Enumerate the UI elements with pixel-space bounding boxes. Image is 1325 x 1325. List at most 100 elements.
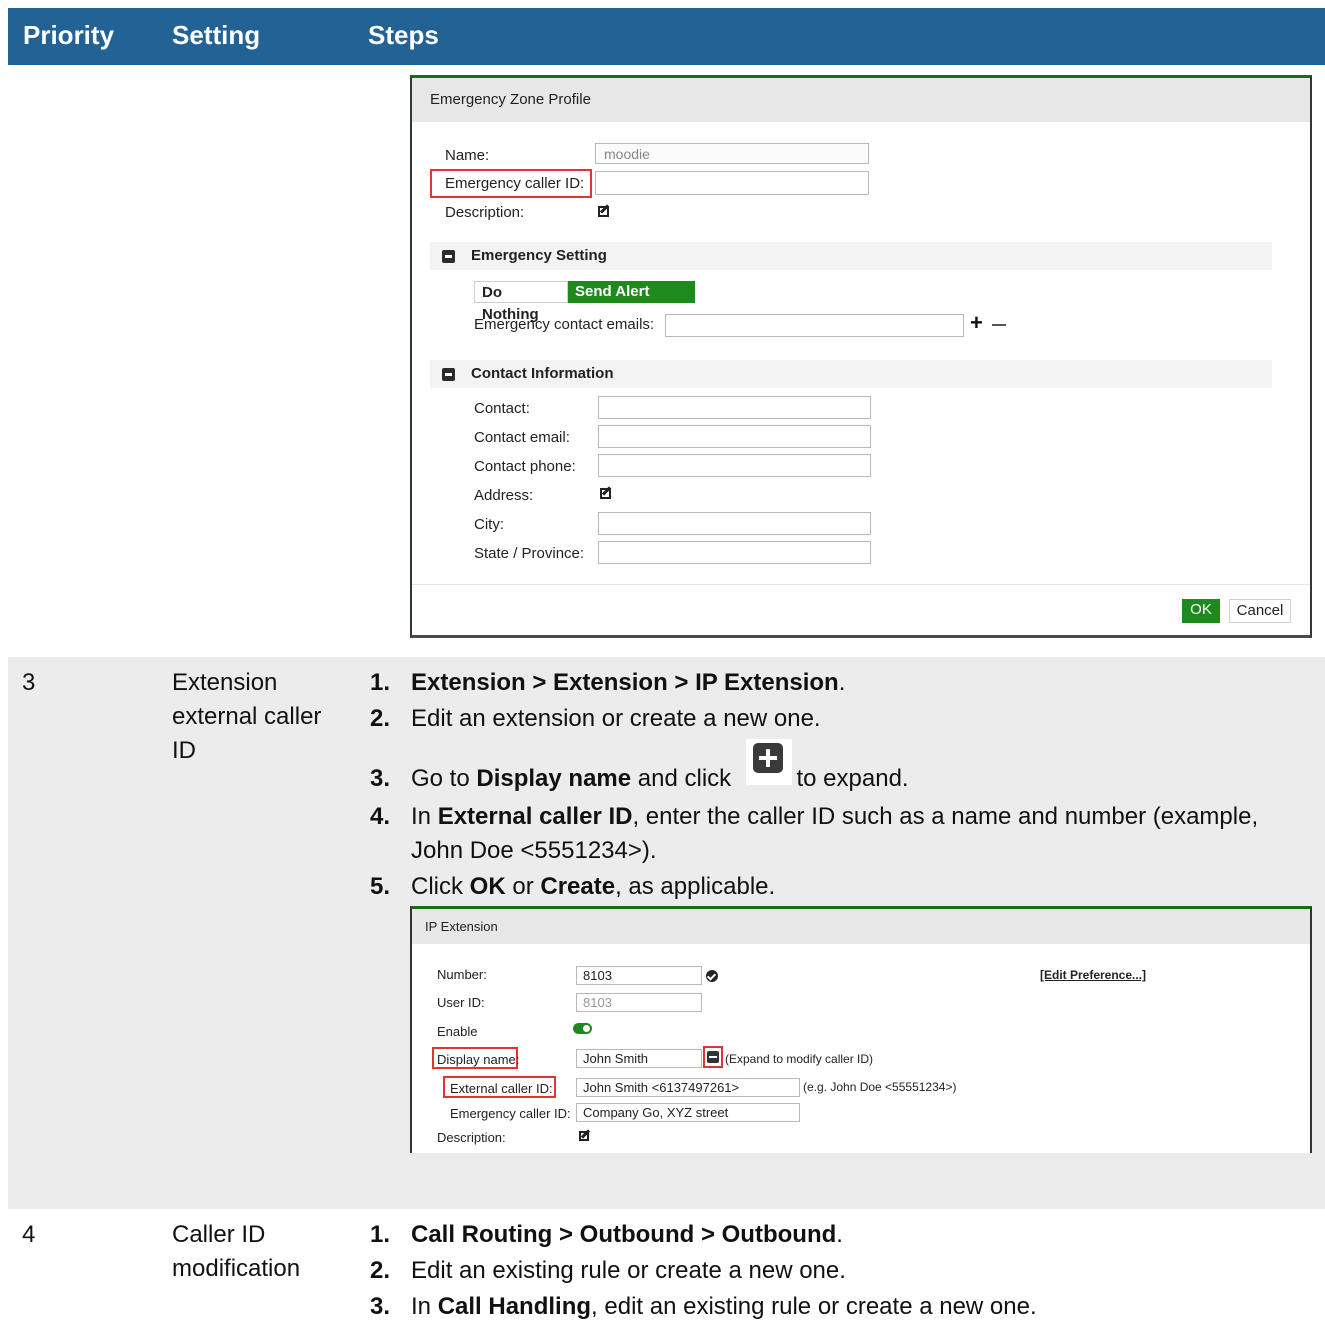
plus-square-icon [753, 743, 783, 773]
step-suffix: to expand. [789, 765, 909, 792]
step-suffix: . [838, 669, 846, 696]
external-hint: (e.g. John Doe <55551234>) [803, 1080, 957, 1094]
name-field[interactable]: moodie [595, 143, 869, 164]
name-label: Name: [445, 147, 490, 164]
contact-phone-label: Contact phone: [474, 458, 576, 475]
step-text: Extension > Extension > IP Extension. [411, 669, 845, 697]
state-label: State / Province: [474, 545, 585, 562]
ok-button[interactable]: OK [1182, 599, 1220, 623]
state-field[interactable] [598, 541, 871, 564]
description-label: Description: [437, 1130, 506, 1145]
contact-field[interactable] [598, 396, 871, 419]
step-number: 3. [370, 765, 391, 792]
field-name: Display name [476, 765, 632, 792]
expand-icon-frame [746, 739, 792, 785]
step-number: 4. [370, 803, 391, 830]
divider [412, 584, 1310, 585]
ip-extension-dialog: IP Extension Number: 8103 [Edit Preferen… [410, 906, 1312, 1153]
emergency-caller-label: Emergency caller ID: [450, 1106, 571, 1121]
enable-label: Enable [437, 1024, 478, 1039]
header-steps: Steps [368, 20, 439, 50]
display-name-field[interactable]: John Smith [576, 1049, 702, 1068]
contact-emails-label: Emergency contact emails: [474, 316, 655, 333]
priority-cell: 4 [22, 1221, 36, 1248]
cancel-button[interactable]: Cancel [1229, 599, 1291, 623]
step-number: 5. [370, 873, 391, 900]
field-name: External caller ID [437, 803, 633, 830]
button-name: OK [469, 873, 506, 900]
emergency-caller-id-field[interactable] [595, 171, 869, 195]
emergency-zone-profile-dialog: Emergency Zone Profile Name: moodie Emer… [410, 75, 1312, 638]
emergency-caller-id-label: Emergency caller ID: [445, 175, 585, 192]
number-label: Number: [437, 967, 487, 982]
step-text: In External caller ID, enter the caller … [411, 803, 1258, 831]
edit-icon[interactable] [579, 1131, 589, 1141]
collapse-icon[interactable] [442, 250, 455, 263]
section-title: Contact Information [471, 365, 614, 382]
step-text: Call Routing > Outbound > Outbound. [411, 1221, 843, 1249]
step-suffix: . [836, 1221, 843, 1248]
step-prefix: Click [411, 873, 470, 900]
header-priority: Priority [23, 20, 115, 50]
step-suffix: , edit an existing rule or create a new … [591, 1293, 1037, 1320]
table-header: Priority Setting Steps [8, 8, 1325, 65]
city-field[interactable] [598, 512, 871, 535]
step-number: 2. [370, 1257, 391, 1284]
menu-path: Extension > Extension > IP Extension [411, 669, 839, 696]
external-caller-field[interactable]: John Smith <6137497261> [576, 1078, 800, 1097]
collapse-icon[interactable] [442, 368, 455, 381]
step-text: John Doe <5551234>). [411, 837, 657, 864]
step-mid: and click [631, 765, 738, 792]
button-name: Create [540, 873, 616, 900]
display-name-label: Display name: [437, 1052, 520, 1067]
step-suffix: , enter the caller ID such as a name and… [632, 803, 1259, 830]
priority-cell: 3 [22, 669, 36, 696]
contact-information-section[interactable]: Contact Information [430, 360, 1272, 388]
collapse-icon[interactable] [707, 1051, 719, 1063]
expand-hint: (Expand to modify caller ID) [725, 1052, 874, 1066]
city-label: City: [474, 516, 504, 533]
step-prefix: In [411, 803, 438, 830]
step-text: Click OK or Create, as applicable. [411, 873, 775, 901]
check-icon [706, 970, 718, 982]
plus-icon[interactable]: + [970, 310, 983, 336]
setting-cell: Caller ID modification [172, 1221, 301, 1282]
dialog-title: Emergency Zone Profile [412, 78, 1310, 122]
userid-label: User ID: [437, 995, 485, 1010]
dialog-title: IP Extension [412, 909, 1310, 944]
step-number: 1. [370, 669, 391, 696]
contact-email-label: Contact email: [474, 429, 570, 446]
minus-icon[interactable] [992, 324, 1006, 326]
step-number: 2. [370, 705, 391, 732]
step-text: Edit an existing rule or create a new on… [411, 1257, 846, 1284]
description-label: Description: [445, 204, 525, 221]
step-text: Go to Display name and click to expand. [411, 765, 909, 793]
external-caller-label: External caller ID: [450, 1081, 553, 1096]
edit-icon[interactable] [600, 488, 611, 499]
enable-toggle[interactable] [573, 1023, 592, 1034]
step-prefix: In [411, 1293, 438, 1320]
step-prefix: Go to [411, 765, 477, 792]
menu-path: Call Routing > Outbound > Outbound [411, 1221, 837, 1248]
header-setting: Setting [172, 20, 261, 50]
step-number: 3. [370, 1293, 391, 1320]
contact-phone-field[interactable] [598, 454, 871, 477]
section-title: Emergency Setting [471, 247, 607, 264]
contact-email-field[interactable] [598, 425, 871, 448]
step-mid: or [505, 873, 541, 900]
emergency-caller-field[interactable]: Company Go, XYZ street [576, 1103, 800, 1122]
contact-label: Contact: [474, 400, 530, 417]
setting-cell: Extension external caller ID [172, 669, 322, 764]
field-name: Call Handling [437, 1293, 592, 1320]
do-nothing-toggle[interactable]: Do Nothing [474, 281, 568, 323]
userid-field[interactable]: 8103 [576, 993, 702, 1012]
step-suffix: , as applicable. [615, 873, 776, 900]
step-text: Edit an extension or create a new one. [411, 705, 821, 732]
send-alert-email-toggle[interactable]: Send Alert Email [568, 281, 695, 322]
edit-preference-link[interactable]: [Edit Preference...] [1040, 968, 1146, 982]
contact-emails-field[interactable] [665, 314, 964, 337]
emergency-setting-section[interactable]: Emergency Setting [430, 242, 1272, 270]
step-number: 1. [370, 1221, 391, 1248]
number-field[interactable]: 8103 [576, 966, 702, 985]
edit-icon[interactable] [598, 206, 609, 217]
